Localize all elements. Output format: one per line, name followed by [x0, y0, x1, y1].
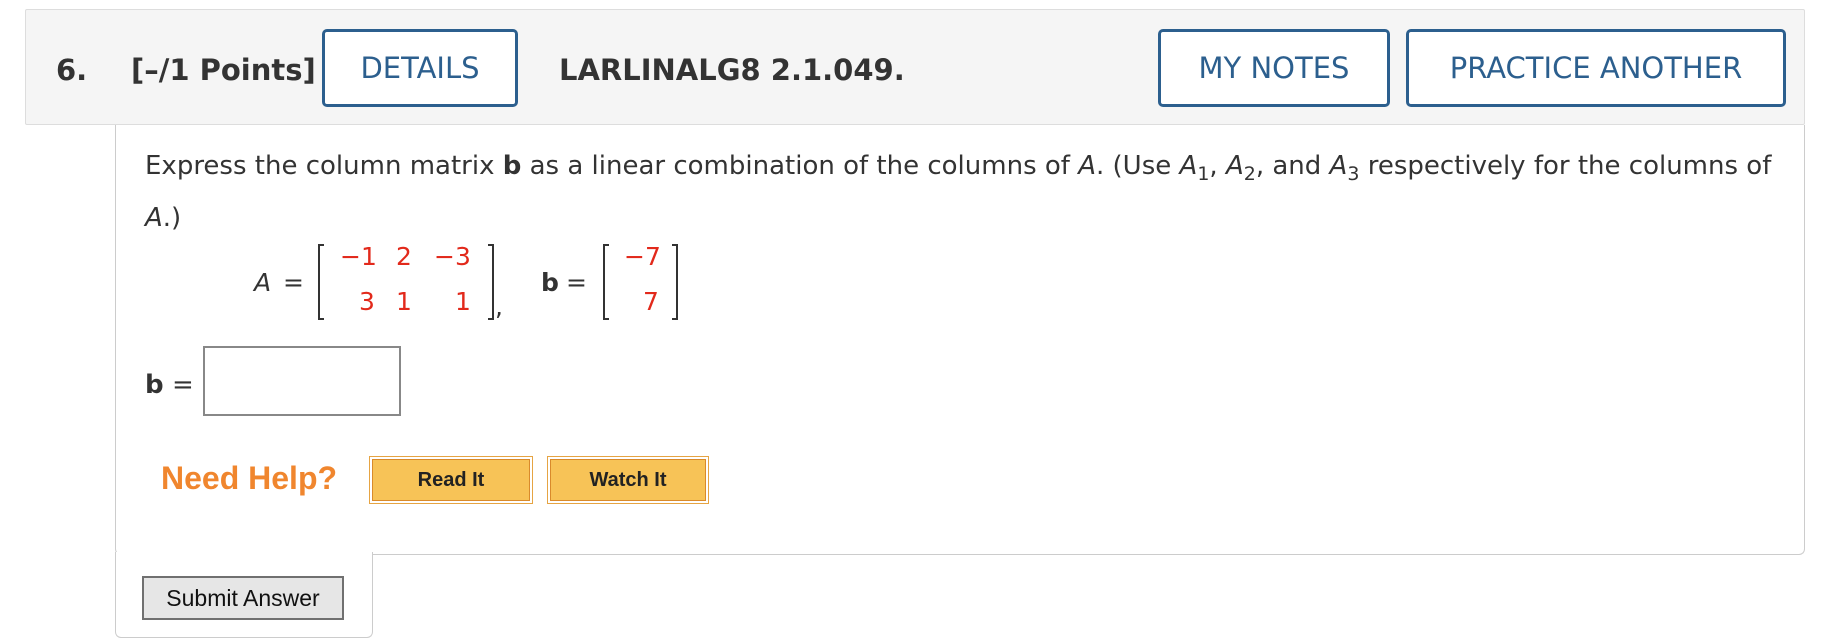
question-text-part: respectively for the columns of: [1359, 151, 1772, 181]
vector-b-cell: −7: [624, 242, 661, 271]
matrix-a-left-bracket: [318, 244, 324, 320]
equals-sign: =: [283, 268, 304, 297]
subscript: 2: [1243, 163, 1256, 185]
column-a2-symbol: A: [1225, 151, 1244, 181]
matrix-a-cell: −1: [340, 242, 377, 271]
vector-b-label: b: [541, 268, 559, 297]
my-notes-button[interactable]: MY NOTES: [1158, 29, 1390, 107]
matrix-a-label: A: [254, 268, 272, 297]
question-number: 6.: [56, 53, 88, 87]
column-a1-symbol: A: [1179, 151, 1198, 181]
column-a3-symbol: A: [1329, 151, 1348, 181]
matrix-a-symbol: A: [145, 203, 163, 233]
vector-b-cell: 7: [643, 287, 659, 316]
points-label: [–/1 Points]: [131, 53, 316, 87]
separator: ,: [1209, 151, 1226, 181]
matrix-a-cell: 3: [359, 287, 375, 316]
separator: , and: [1255, 151, 1330, 181]
problem-code: LARLINALG8 2.1.049.: [559, 53, 905, 87]
practice-another-button[interactable]: PRACTICE ANOTHER: [1406, 29, 1786, 107]
submit-answer-button[interactable]: Submit Answer: [142, 576, 344, 620]
matrix-a-cell: 2: [396, 242, 412, 271]
question-header: 6. [–/1 Points] DETAILS LARLINALG8 2.1.0…: [25, 9, 1805, 125]
matrix-a-right-bracket: [488, 244, 494, 320]
question-text-part: as a linear combination of the columns o…: [521, 151, 1079, 181]
answer-input[interactable]: [203, 346, 401, 416]
question-text-part: .): [162, 203, 182, 233]
read-it-button[interactable]: Read It: [369, 456, 533, 504]
matrix-a-symbol: A: [1078, 151, 1096, 181]
subscript: 1: [1197, 163, 1210, 185]
question-text: Express the column matrix b as a linear …: [145, 140, 1785, 244]
question-text-part: Express the column matrix: [145, 151, 503, 181]
answer-equals: =: [172, 370, 194, 400]
vector-b-left-bracket: [603, 244, 609, 320]
details-button[interactable]: DETAILS: [322, 29, 518, 107]
question-text-part: . (Use: [1096, 151, 1180, 181]
watch-it-button[interactable]: Watch It: [547, 456, 709, 504]
vector-b-right-bracket: [672, 244, 678, 320]
matrix-a-cell: −3: [434, 242, 471, 271]
equals-sign: =: [566, 268, 587, 297]
comma: ,: [495, 292, 503, 321]
matrix-a-cell: 1: [455, 287, 471, 316]
matrix-a-cell: 1: [396, 287, 412, 316]
subscript: 3: [1347, 163, 1360, 185]
answer-label: b: [145, 370, 164, 400]
vector-b: b: [502, 151, 522, 181]
need-help-label: Need Help?: [161, 460, 338, 496]
